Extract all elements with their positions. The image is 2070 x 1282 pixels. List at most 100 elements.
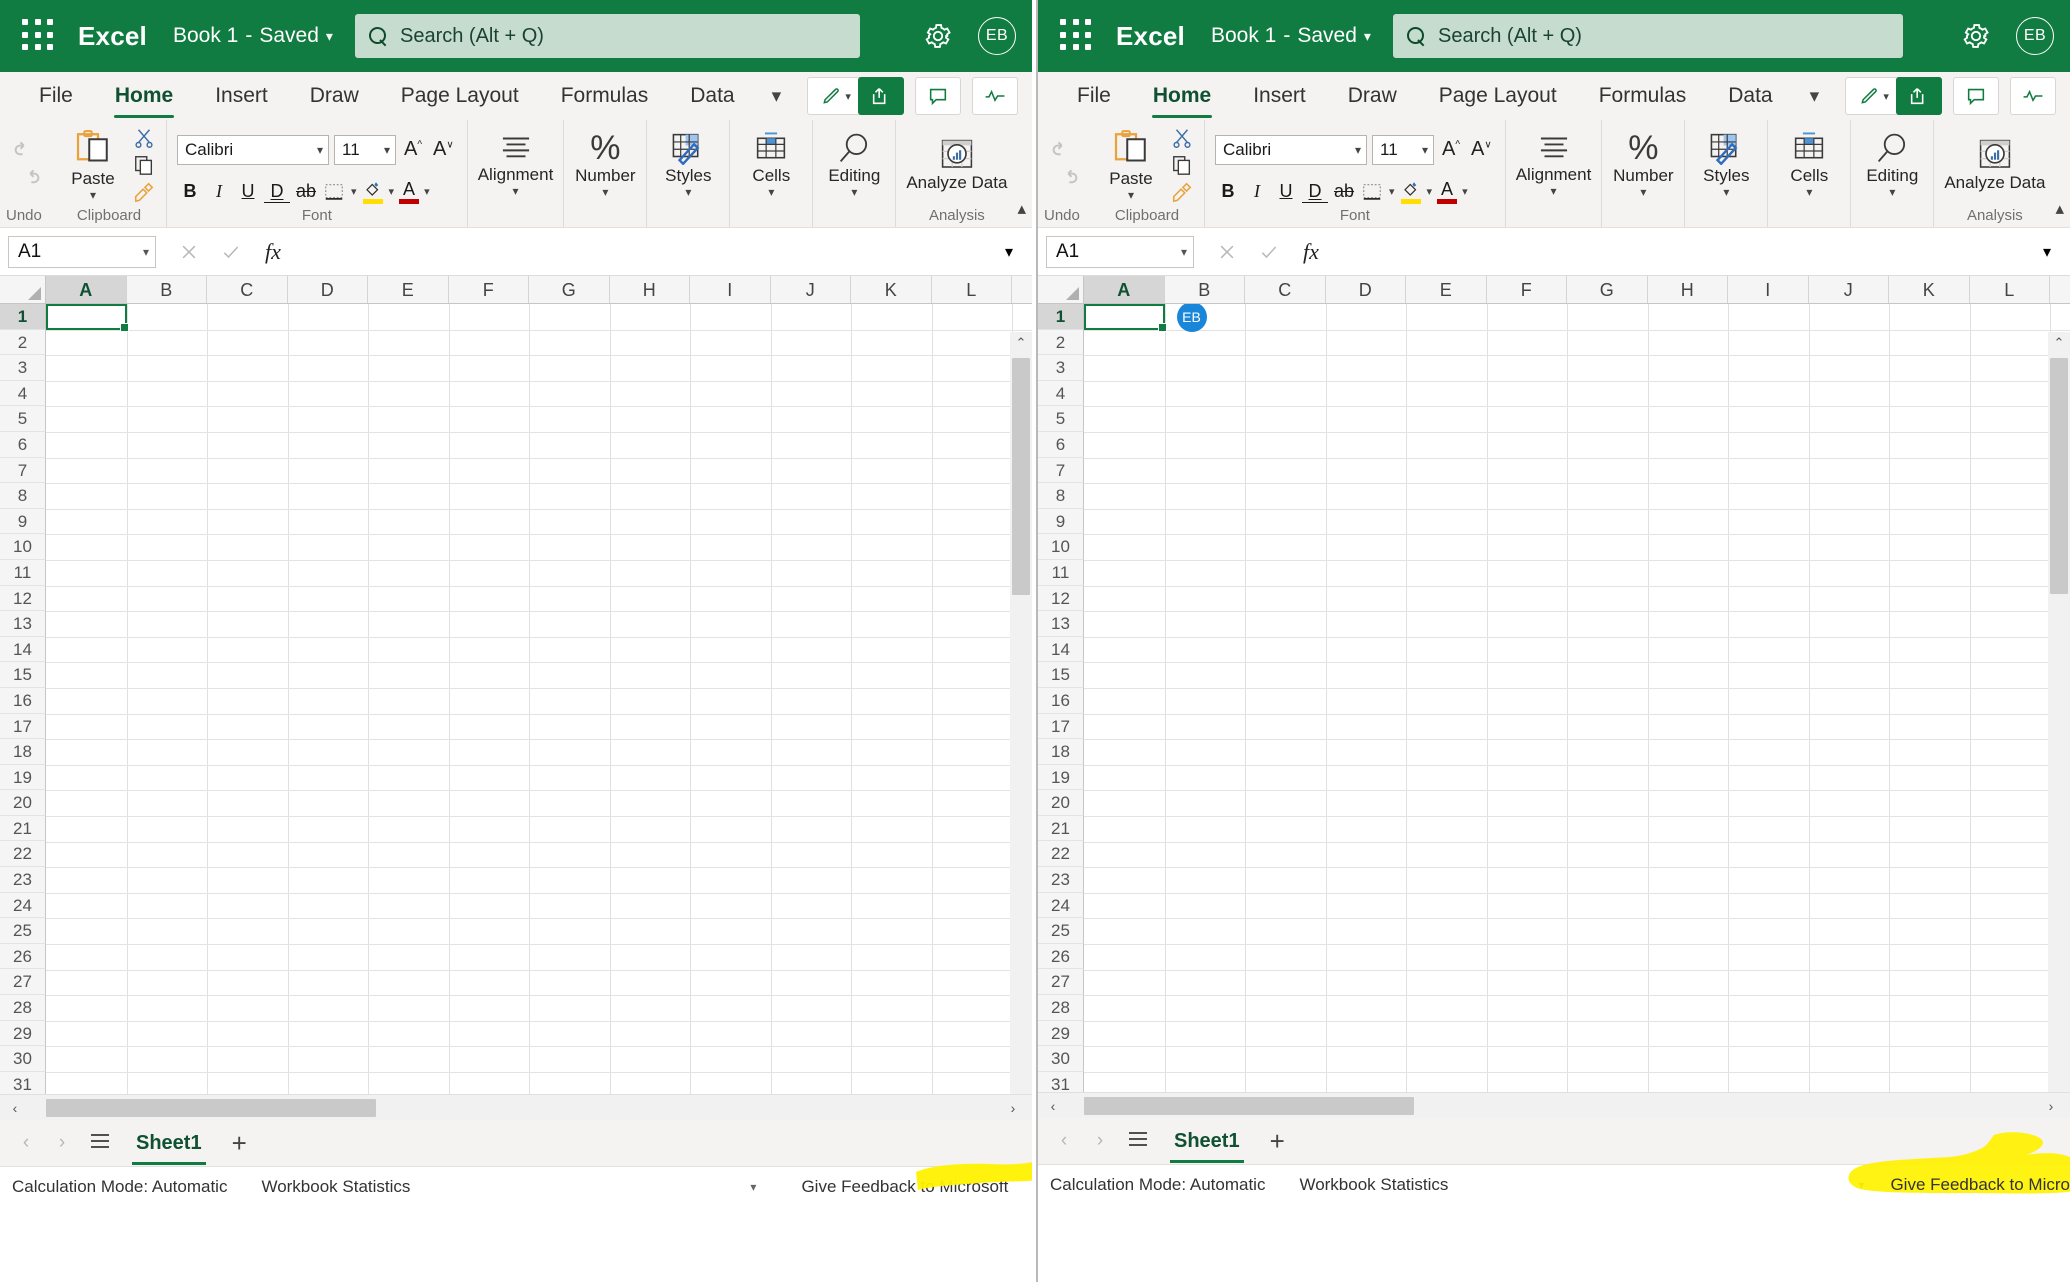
styles-button[interactable]: Styles ▾ (657, 131, 719, 198)
column-header-h[interactable]: H (609, 276, 690, 303)
paste-button[interactable]: Paste ▾ (62, 128, 124, 201)
font-name-select[interactable]: Calibri ▾ (1215, 134, 1367, 165)
font-color-button[interactable]: A (1437, 180, 1458, 204)
row-header-9[interactable]: 9 (1038, 508, 1084, 535)
chevron-down-icon[interactable]: ▾ (1364, 28, 1371, 45)
row-header-1[interactable]: 1 (0, 304, 46, 330)
format-painter-icon[interactable] (1170, 181, 1194, 203)
row-header-23[interactable]: 23 (0, 867, 46, 893)
column-header-a[interactable]: A (1084, 276, 1165, 303)
confirm-check-icon[interactable] (1248, 235, 1290, 269)
hamburger-menu-icon[interactable] (82, 1132, 118, 1155)
activity-button[interactable] (2010, 77, 2056, 115)
horizontal-scrollbar[interactable]: ‹ › (0, 1094, 1032, 1120)
name-box[interactable]: A1 ▾ (8, 235, 156, 268)
search-input[interactable]: Search (Alt + Q) (1393, 14, 1903, 58)
horizontal-scrollbar-thumb[interactable] (46, 1099, 376, 1117)
column-header-b[interactable]: B (1164, 276, 1245, 303)
name-box[interactable]: A1 ▾ (1046, 235, 1194, 268)
chevron-down-icon[interactable]: ▾ (1889, 186, 1895, 198)
cancel-x-icon[interactable] (1206, 235, 1248, 269)
fill-color-button[interactable] (362, 180, 384, 204)
tab-formulas[interactable]: Formulas (1578, 72, 1708, 120)
row-header-21[interactable]: 21 (1038, 815, 1084, 842)
row-header-21[interactable]: 21 (0, 815, 46, 842)
row-header-18[interactable]: 18 (1038, 739, 1084, 765)
row-header-18[interactable]: 18 (0, 739, 46, 765)
row-header-14[interactable]: 14 (0, 636, 46, 663)
chevron-down-icon[interactable]: ▾ (513, 185, 519, 197)
fill-color-button[interactable] (1400, 180, 1422, 204)
row-header-10[interactable]: 10 (0, 534, 46, 560)
column-header-g[interactable]: G (1567, 276, 1648, 303)
insert-function-icon[interactable]: fx (252, 235, 294, 269)
bold-button[interactable]: B (1215, 179, 1241, 205)
chevron-down-icon[interactable]: ▾ (422, 185, 432, 198)
calculation-mode-status[interactable]: Calculation Mode: Automatic (1050, 1175, 1265, 1195)
alignment-button[interactable]: Alignment ▾ (478, 132, 553, 197)
row-header-5[interactable]: 5 (1038, 406, 1084, 432)
add-sheet-button[interactable]: + (220, 1130, 259, 1156)
strikethrough-button[interactable]: ab (1331, 179, 1357, 205)
row-header-17[interactable]: 17 (1038, 713, 1084, 740)
italic-button[interactable]: I (1244, 179, 1270, 205)
scroll-right-arrow[interactable]: › (2036, 1098, 2066, 1114)
tab-draw[interactable]: Draw (1327, 72, 1418, 120)
font-name-select[interactable]: Calibri ▾ (177, 134, 329, 165)
tab-data[interactable]: Data (669, 72, 755, 120)
chevron-right-icon[interactable]: › (46, 1132, 78, 1154)
format-painter-icon[interactable] (132, 181, 156, 203)
tab-page-layout[interactable]: Page Layout (380, 72, 540, 120)
bold-button[interactable]: B (177, 179, 203, 205)
row-header-10[interactable]: 10 (1038, 534, 1084, 560)
row-header-27[interactable]: 27 (0, 969, 46, 996)
row-header-2[interactable]: 2 (0, 329, 46, 356)
chevron-down-icon[interactable]: ▾ (1794, 85, 1836, 108)
row-header-8[interactable]: 8 (1038, 483, 1084, 509)
row-header-26[interactable]: 26 (0, 943, 46, 970)
insert-function-icon[interactable]: fx (1290, 235, 1332, 269)
row-header-15[interactable]: 15 (1038, 662, 1084, 688)
row-header-24[interactable]: 24 (0, 892, 46, 919)
strikethrough-button[interactable]: ab (293, 179, 319, 205)
give-feedback-link[interactable]: Give Feedback to Microsoft (801, 1177, 1008, 1197)
font-size-select[interactable]: 11 ▾ (334, 134, 396, 165)
scroll-left-arrow[interactable]: ‹ (1038, 1098, 1068, 1114)
share-button[interactable] (858, 77, 904, 115)
copy-icon[interactable] (1170, 154, 1194, 176)
select-all-corner[interactable] (0, 276, 46, 303)
row-header-16[interactable]: 16 (1038, 687, 1084, 714)
cancel-x-icon[interactable] (168, 235, 210, 269)
row-header-30[interactable]: 30 (0, 1046, 46, 1072)
chevron-down-icon[interactable]: ▾ (1460, 185, 1470, 198)
row-header-3[interactable]: 3 (0, 355, 46, 381)
row-header-4[interactable]: 4 (0, 380, 46, 407)
search-input[interactable]: Search (Alt + Q) (355, 14, 860, 58)
chevron-down-icon[interactable]: ▾ (2032, 242, 2062, 262)
analyze-data-button[interactable]: Analyze Data (1944, 138, 2045, 192)
column-header-c[interactable]: C (207, 276, 288, 303)
row-header-8[interactable]: 8 (0, 483, 46, 509)
borders-icon[interactable] (322, 181, 346, 203)
tab-draw[interactable]: Draw (289, 72, 380, 120)
tab-home[interactable]: Home (94, 72, 194, 120)
column-header-d[interactable]: D (287, 276, 368, 303)
chevron-down-icon[interactable]: ▾ (90, 189, 96, 201)
chevron-down-icon[interactable]: ▾ (1128, 189, 1134, 201)
row-header-11[interactable]: 11 (0, 559, 46, 586)
row-header-22[interactable]: 22 (1038, 841, 1084, 868)
number-button[interactable]: % Number ▾ (1612, 131, 1674, 198)
row-header-7[interactable]: 7 (1038, 457, 1084, 484)
chevron-up-icon[interactable]: ▴ (1017, 199, 1026, 219)
settings-gear-icon[interactable] (1962, 22, 1990, 50)
scissors-icon[interactable] (1170, 127, 1194, 149)
chevron-down-icon[interactable]: ▾ (756, 85, 798, 108)
alignment-button[interactable]: Alignment ▾ (1516, 132, 1591, 197)
chevron-down-icon[interactable]: ▾ (994, 242, 1024, 262)
column-header-e[interactable]: E (368, 276, 449, 303)
underline-button[interactable]: U (1273, 179, 1299, 205)
row-header-29[interactable]: 29 (1038, 1020, 1084, 1047)
row-header-1[interactable]: 1 (1038, 304, 1084, 330)
row-header-11[interactable]: 11 (1038, 559, 1084, 586)
chevron-down-icon[interactable]: ▾ (602, 186, 608, 198)
